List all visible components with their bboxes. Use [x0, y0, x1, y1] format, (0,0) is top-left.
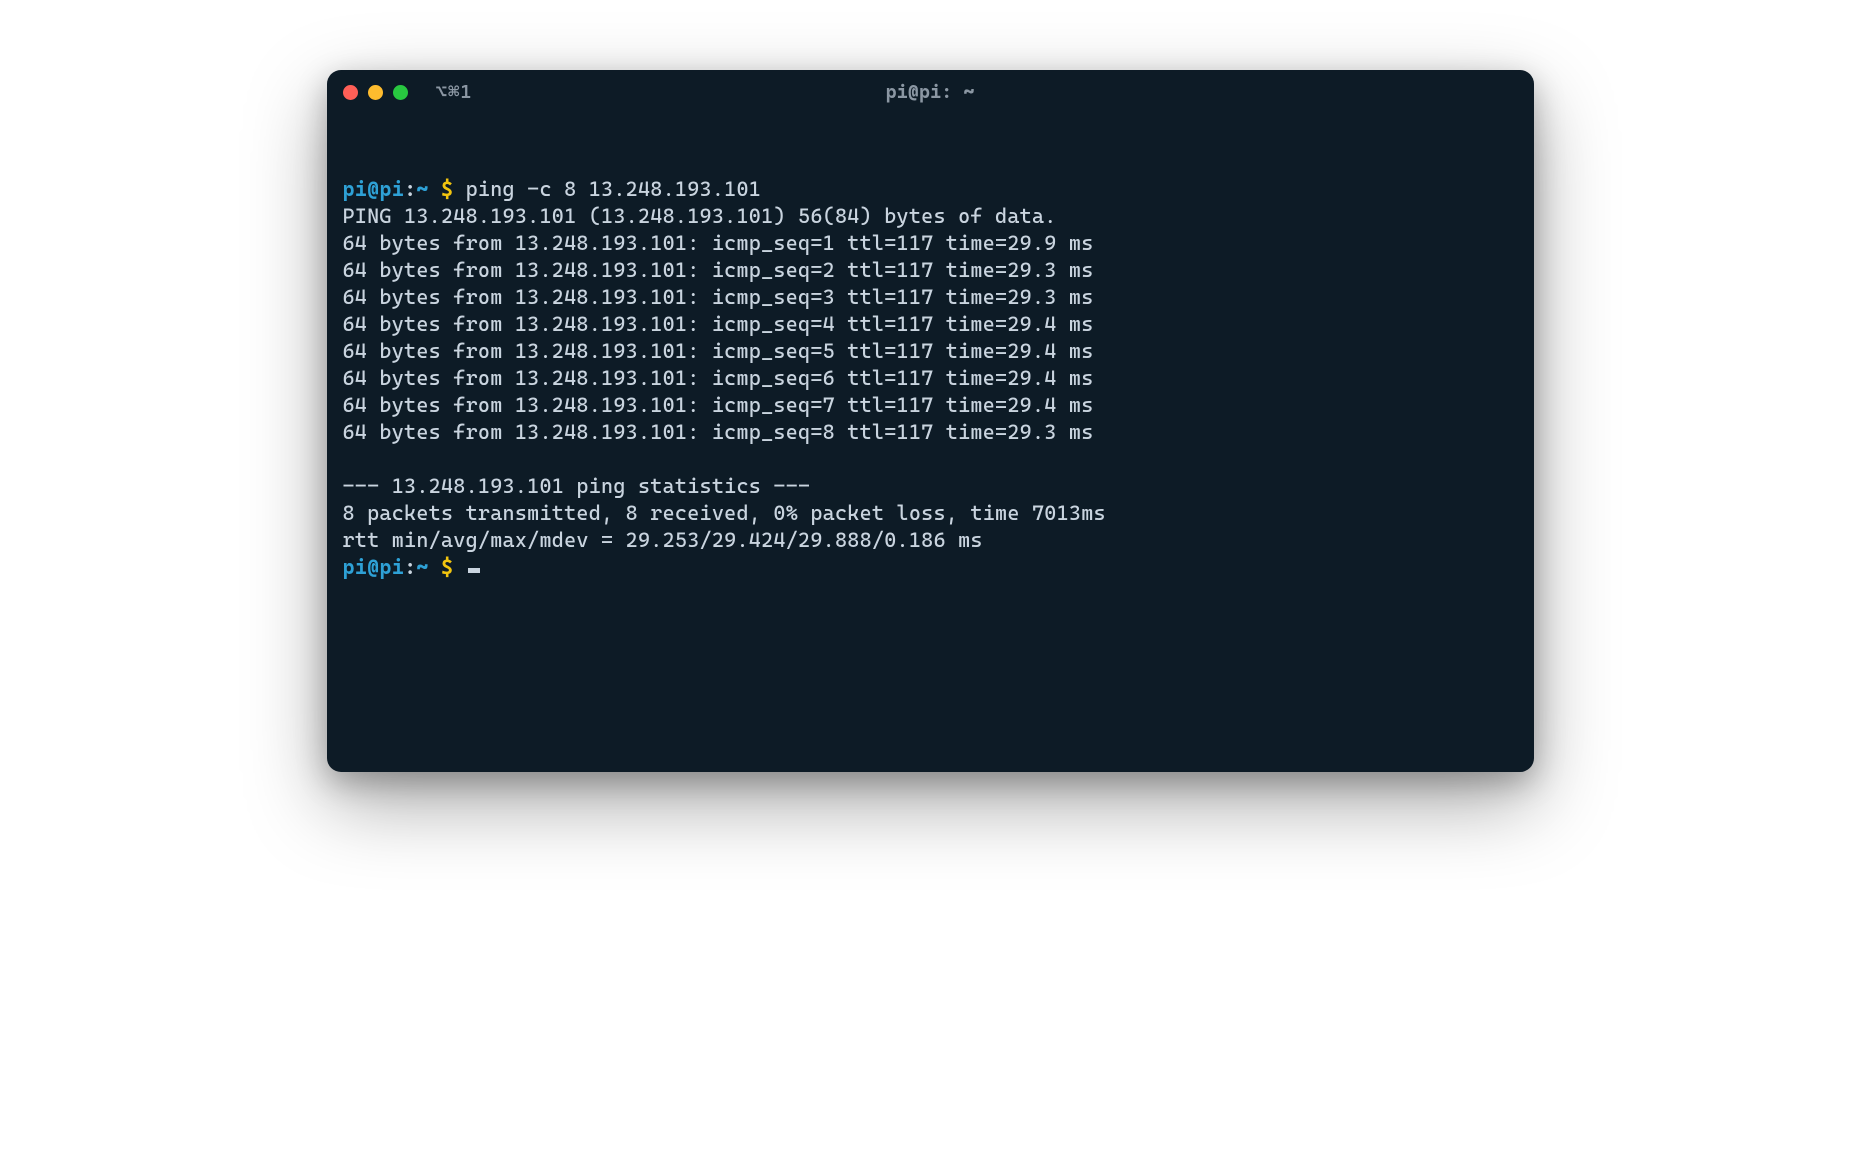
output-line: 8 packets transmitted, 8 received, 0% pa…	[343, 500, 1518, 527]
output-line: rtt min/avg/max/mdev = 29.253/29.424/29.…	[343, 527, 1518, 554]
prompt-user-host: pi@pi	[343, 177, 405, 201]
prompt-line-idle: pi@pi:~ $	[343, 554, 1518, 581]
output-line: 64 bytes from 13.248.193.101: icmp_seq=8…	[343, 419, 1518, 446]
output-line: 64 bytes from 13.248.193.101: icmp_seq=6…	[343, 365, 1518, 392]
prompt-separator: :	[404, 177, 416, 201]
prompt-line: pi@pi:~ $ ping -c 8 13.248.193.101	[343, 176, 1518, 203]
output-line: 64 bytes from 13.248.193.101: icmp_seq=5…	[343, 338, 1518, 365]
output-line: 64 bytes from 13.248.193.101: icmp_seq=7…	[343, 392, 1518, 419]
close-icon[interactable]	[343, 85, 358, 100]
output-line: 64 bytes from 13.248.193.101: icmp_seq=1…	[343, 230, 1518, 257]
prompt-symbol: $	[441, 177, 453, 201]
prompt-separator: :	[404, 555, 416, 579]
prompt-path: ~	[416, 177, 428, 201]
terminal-window: ⌥⌘1 pi@pi: ~ pi@pi:~ $ ping -c 8 13.248.…	[327, 70, 1534, 772]
tab-indicator: ⌥⌘1	[436, 81, 473, 103]
output-line	[343, 446, 1518, 473]
output-line: --- 13.248.193.101 ping statistics ---	[343, 473, 1518, 500]
command-text: ping -c 8 13.248.193.101	[466, 177, 761, 201]
window-title: pi@pi: ~	[885, 81, 974, 103]
maximize-icon[interactable]	[393, 85, 408, 100]
output-line: 64 bytes from 13.248.193.101: icmp_seq=4…	[343, 311, 1518, 338]
terminal-body[interactable]: pi@pi:~ $ ping -c 8 13.248.193.101PING 1…	[327, 114, 1534, 772]
cursor-icon	[468, 568, 480, 573]
output-line: 64 bytes from 13.248.193.101: icmp_seq=3…	[343, 284, 1518, 311]
output-container: PING 13.248.193.101 (13.248.193.101) 56(…	[343, 203, 1518, 554]
traffic-lights	[343, 85, 408, 100]
output-line: 64 bytes from 13.248.193.101: icmp_seq=2…	[343, 257, 1518, 284]
prompt-symbol: $	[441, 555, 453, 579]
prompt-user-host: pi@pi	[343, 555, 405, 579]
output-line: PING 13.248.193.101 (13.248.193.101) 56(…	[343, 203, 1518, 230]
prompt-path: ~	[416, 555, 428, 579]
minimize-icon[interactable]	[368, 85, 383, 100]
title-bar: ⌥⌘1 pi@pi: ~	[327, 70, 1534, 114]
